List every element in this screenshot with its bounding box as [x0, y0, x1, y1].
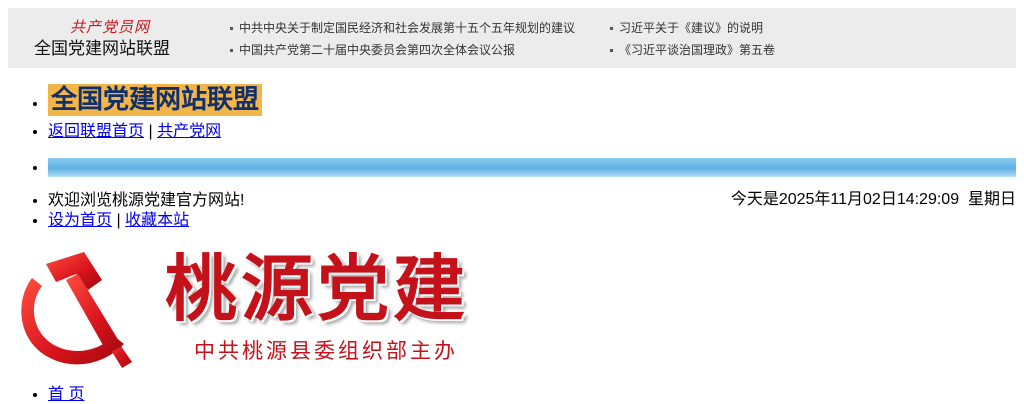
- bullet-icon: [610, 49, 613, 53]
- bullet-icon: [230, 49, 233, 53]
- alliance-header-list: 全国党建网站联盟 返回联盟首页 | 共产党网: [8, 84, 263, 141]
- welcome-text: 欢迎浏览桃源党建官方网站!: [48, 192, 245, 209]
- party-member-net-logo[interactable]: 共产党员网: [70, 18, 162, 36]
- site-title: 桃源党建: [165, 246, 470, 331]
- news-item: 中国共产党第二十届中央委员会第四次全体会议公报: [230, 42, 515, 58]
- current-datetime: 今天是2025年11月02日14:29:09 星期日: [730, 191, 1016, 208]
- main-nav: 首 页: [8, 386, 84, 404]
- list-item: 返回联盟首页 | 共产党网: [48, 123, 262, 141]
- alliance-badge-logo[interactable]: 全国党建网站联盟: [48, 84, 263, 116]
- party-emblem-icon: [21, 252, 132, 368]
- news-link-proposal-explanation[interactable]: 习近平关于《建议》的说明: [619, 21, 763, 35]
- nav-home-link[interactable]: 首 页: [48, 386, 84, 403]
- list-item: 欢迎浏览桃源党建官方网站!: [48, 192, 244, 210]
- news-link-plenary-communique[interactable]: 中国共产党第二十届中央委员会第四次全体会议公报: [239, 43, 515, 57]
- site-subtitle: 中共桃源县委组织部主办: [194, 339, 458, 363]
- party-site-link[interactable]: 共产党网: [157, 123, 221, 140]
- set-homepage-link[interactable]: 设为首页: [48, 212, 112, 229]
- news-link-plan-proposal[interactable]: 中共中央关于制定国民经济和社会发展第十五个五年规划的建议: [239, 21, 575, 35]
- back-home-link[interactable]: 返回联盟首页: [48, 123, 144, 140]
- alliance-topbar: 共产党员网 全国党建网站联盟 中共中央关于制定国民经济和社会发展第十五个五年规划…: [8, 8, 1016, 68]
- bullet-icon: [230, 27, 233, 31]
- bullet-icon: [610, 27, 613, 31]
- news-link-governance-vol5[interactable]: 《习近平谈治国理政》第五卷: [619, 43, 775, 57]
- welcome-list: 欢迎浏览桃源党建官方网站! 设为首页 | 收藏本站: [8, 192, 244, 230]
- link-separator: |: [148, 123, 153, 140]
- bookmark-link[interactable]: 收藏本站: [125, 212, 189, 229]
- list-item: 全国党建网站联盟: [48, 84, 263, 121]
- list-item: 设为首页 | 收藏本站: [48, 212, 244, 230]
- list-item: [48, 158, 1016, 178]
- banner-list: [8, 158, 1016, 178]
- nav-item-home: 首 页: [48, 386, 84, 404]
- news-item: 中共中央关于制定国民经济和社会发展第十五个五年规划的建议: [230, 20, 575, 36]
- news-item: 习近平关于《建议》的说明: [610, 20, 763, 36]
- alliance-name[interactable]: 全国党建网站联盟: [34, 38, 170, 60]
- link-separator: |: [116, 212, 121, 229]
- sky-banner-image: [48, 158, 1016, 178]
- site-logo[interactable]: 桃源党建 中共桃源县委组织部主办: [10, 246, 510, 370]
- news-item: 《习近平谈治国理政》第五卷: [610, 42, 775, 58]
